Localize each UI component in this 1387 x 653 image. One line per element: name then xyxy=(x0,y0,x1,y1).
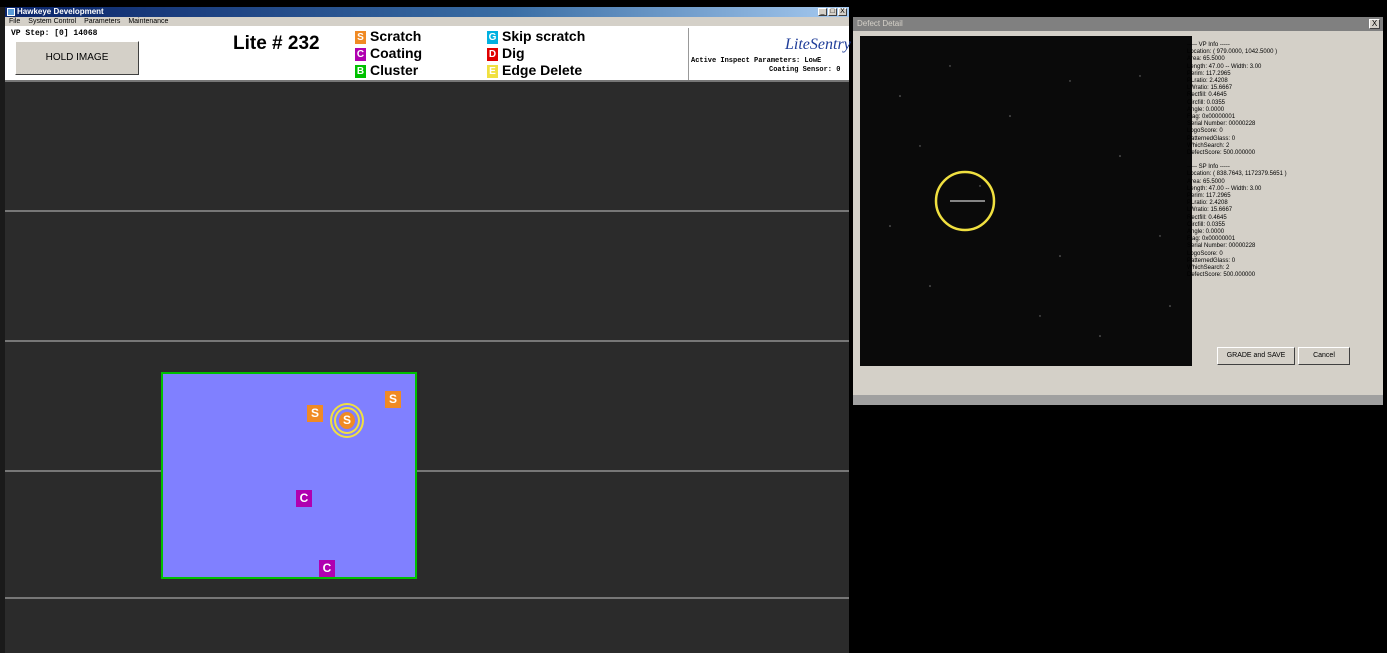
defect-image xyxy=(860,36,1192,366)
info-line: Circfill: 0.0355 xyxy=(1187,221,1226,228)
menu-maintenance[interactable]: Maintenance xyxy=(128,18,168,25)
info-line: WhichSearch: 2 xyxy=(1187,142,1230,149)
info-line: Length: 47.00 -- Width: 3.00 xyxy=(1187,185,1262,192)
legend-item-coating: C Coating xyxy=(355,45,422,61)
vp-step-label: VP Step: [0] 14068 xyxy=(11,29,98,38)
info-line: Serial Number: 00000228 xyxy=(1187,243,1256,250)
coating-sensor: Coating Sensor: 0 xyxy=(769,66,841,74)
info-line: ----- SP Info ----- xyxy=(1187,164,1230,171)
info-line: Location: ( 979.0000, 1042.5000 ) xyxy=(1187,49,1278,56)
conveyor-line xyxy=(5,470,849,472)
defect-marker[interactable]: C xyxy=(319,560,335,577)
active-params: Active Inspect Parameters: LowE xyxy=(691,57,822,65)
info-line: PLratio: 2.4208 xyxy=(1187,78,1228,85)
info-line: PatternedGlass: 0 xyxy=(1187,135,1236,142)
glass-lite[interactable] xyxy=(161,372,417,579)
info-line: Length: 47.00 -- Width: 3.00 xyxy=(1187,63,1262,70)
info-line: Angle: 0.0000 xyxy=(1187,229,1225,236)
minimize-button[interactable]: _ xyxy=(818,8,827,16)
info-line: Rectfill: 0.4645 xyxy=(1187,92,1227,99)
info-line: LogoScore: 0 xyxy=(1187,128,1223,135)
legend-item-cluster: B Cluster xyxy=(355,62,418,78)
info-line: Flag: 0x00000001 xyxy=(1187,114,1236,121)
info-line: PLratio: 2.4208 xyxy=(1187,200,1228,207)
litesentry-logo: LiteSentry xyxy=(785,36,851,53)
info-line: DefectScore: 500.000000 xyxy=(1187,150,1256,157)
horizontal-scrollbar[interactable] xyxy=(853,395,1383,405)
window-title: Hawkeye Development xyxy=(17,7,104,16)
legend-label: Cluster xyxy=(370,62,419,78)
info-line: Flag: 0x00000001 xyxy=(1187,236,1236,243)
close-button[interactable]: X xyxy=(838,8,847,16)
legend-label: Scratch xyxy=(370,28,422,44)
defect-marker[interactable]: C xyxy=(296,490,312,507)
legend-item-scratch: S Scratch xyxy=(355,28,421,44)
skip-scratch-badge: G xyxy=(487,30,498,44)
legend-label: Coating xyxy=(370,45,423,61)
dig-badge: D xyxy=(487,47,498,61)
info-line: Circfill: 0.0355 xyxy=(1187,99,1226,106)
top-strip xyxy=(0,0,1387,7)
detail-title: Defect Detail xyxy=(857,19,903,28)
info-line: Angle: 0.0000 xyxy=(1187,106,1225,113)
legend-label: Skip scratch xyxy=(502,28,586,44)
info-line: DefectScore: 500.000000 xyxy=(1187,272,1256,279)
info-line: Rectfill: 0.4645 xyxy=(1187,214,1227,221)
info-line: PatternedGlass: 0 xyxy=(1187,257,1236,264)
info-line: LogoScore: 0 xyxy=(1187,250,1223,257)
maximize-button[interactable]: □ xyxy=(828,8,837,16)
detail-close-button[interactable]: X xyxy=(1369,19,1380,29)
info-line: Location: ( 838.7643, 1172379.5651 ) xyxy=(1187,171,1287,178)
info-line: Perim: 117.2965 xyxy=(1187,193,1231,200)
info-line: Area: 65.5000 xyxy=(1187,178,1225,185)
app-icon xyxy=(7,8,15,16)
conveyor-line xyxy=(5,210,849,212)
grade-and-save-button[interactable]: GRADE and SAVE xyxy=(1217,347,1295,365)
info-line: LWratio: 15.6667 xyxy=(1187,207,1233,214)
info-line: Serial Number: 00000228 xyxy=(1187,121,1256,128)
info-line: WhichSearch: 2 xyxy=(1187,265,1230,272)
menu-bar: File System Control Parameters Maintenance xyxy=(5,17,849,26)
info-line: LWratio: 15.6667 xyxy=(1187,85,1233,92)
info-line: Area: 65.5000 xyxy=(1187,56,1225,63)
header-panel: VP Step: [0] 14068 HOLD IMAGE Lite # 232… xyxy=(5,26,851,82)
main-window: Hawkeye Development _ □ X File System Con… xyxy=(5,7,851,653)
selected-defect-marker[interactable]: S xyxy=(339,412,355,429)
coating-badge: C xyxy=(355,47,366,61)
detail-title-bar: Defect Detail xyxy=(853,17,1383,31)
defect-info-panel: ----- VP Info ----- Location: ( 979.0000,… xyxy=(1187,42,1287,280)
info-line: ----- VP Info ----- xyxy=(1187,42,1230,48)
menu-system-control[interactable]: System Control xyxy=(28,18,76,25)
defect-marker[interactable]: S xyxy=(385,391,401,408)
defect-marker[interactable]: S xyxy=(307,405,323,422)
edge-delete-badge: E xyxy=(487,64,498,78)
legend-item-skip-scratch: G Skip scratch xyxy=(487,28,585,44)
legend-label: Edge Delete xyxy=(502,62,583,78)
image-background xyxy=(860,36,1192,366)
legend-item-dig: D Dig xyxy=(487,45,525,61)
menu-file[interactable]: File xyxy=(9,18,20,25)
menu-parameters[interactable]: Parameters xyxy=(84,18,120,25)
lite-number: Lite # 232 xyxy=(233,33,320,54)
sp-info-block: ----- SP Info ----- Location: ( 838.7643,… xyxy=(1187,164,1287,279)
cancel-button[interactable]: Cancel xyxy=(1298,347,1350,365)
legend-item-edge-delete: E Edge Delete xyxy=(487,62,582,78)
vp-info-block: ----- VP Info ----- Location: ( 979.0000,… xyxy=(1187,42,1287,157)
scratch-badge: S xyxy=(355,30,366,44)
defect-detail-window: Defect Detail X ----- VP Info ----- Locat… xyxy=(853,17,1383,395)
legend-label: Dig xyxy=(502,45,525,61)
info-line: Perim: 117.2965 xyxy=(1187,70,1231,77)
cluster-badge: B xyxy=(355,64,366,78)
conveyor-line xyxy=(5,597,849,599)
conveyor-line xyxy=(5,340,849,342)
hold-image-button[interactable]: HOLD IMAGE xyxy=(15,41,139,75)
title-bar: Hawkeye Development xyxy=(5,7,849,17)
